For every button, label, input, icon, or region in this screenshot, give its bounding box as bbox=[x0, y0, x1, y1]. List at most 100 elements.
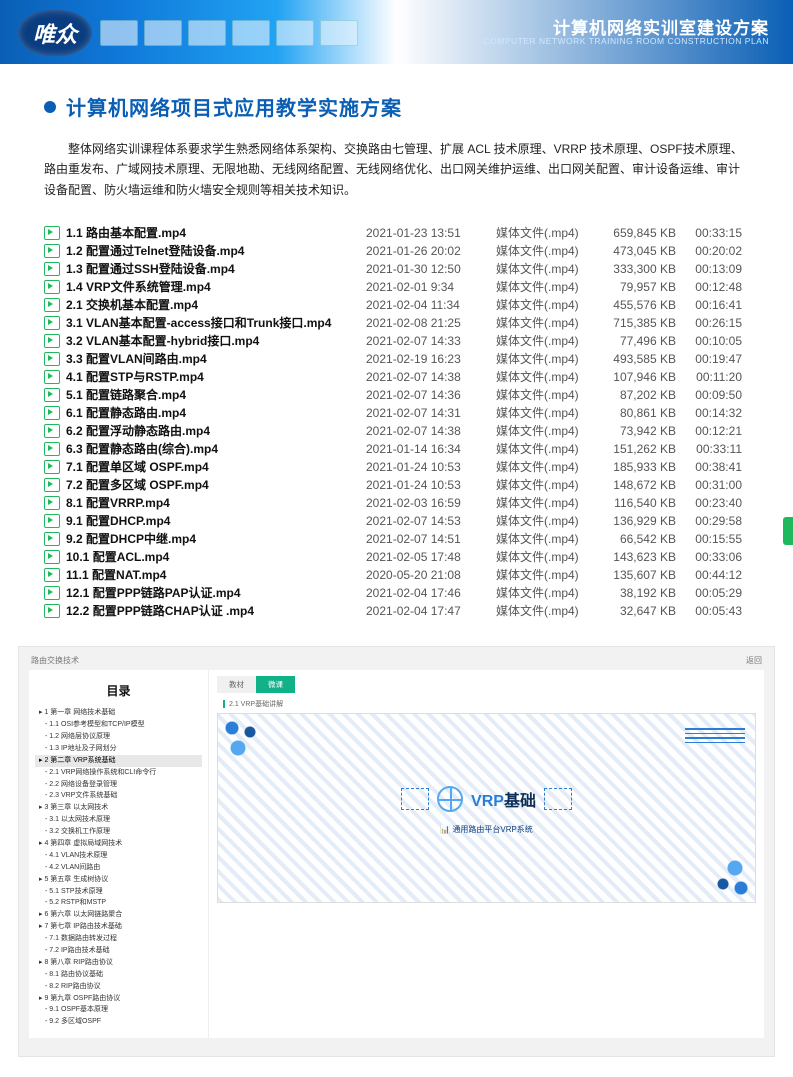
rect-icon bbox=[544, 788, 572, 810]
file-size: 715,385 KB bbox=[596, 316, 676, 330]
file-row[interactable]: 1.3 配置通过SSH登陆设备.mp42021-01-30 12:50媒体文件(… bbox=[44, 260, 749, 278]
file-name: 5.1 配置链路聚合.mp4 bbox=[66, 386, 366, 403]
play-icon bbox=[44, 316, 60, 330]
file-row[interactable]: 9.2 配置DHCP中继.mp42021-02-07 14:51媒体文件(.mp… bbox=[44, 530, 749, 548]
file-row[interactable]: 5.1 配置链路聚合.mp42021-02-07 14:36媒体文件(.mp4)… bbox=[44, 386, 749, 404]
file-name: 7.1 配置单区域 OSPF.mp4 bbox=[66, 458, 366, 475]
toc-item[interactable]: ▸ 8 第八章 RIP路由协议 bbox=[35, 957, 202, 969]
toc-item[interactable]: ▸ 4 第四章 虚拟局域网技术 bbox=[35, 838, 202, 850]
section-title: 计算机网络项目式应用教学实施方案 bbox=[66, 92, 402, 121]
toc-item[interactable]: - 4.1 VLAN技术原理 bbox=[35, 850, 202, 862]
logo-badge: 唯众 bbox=[18, 10, 92, 56]
file-row[interactable]: 2.1 交换机基本配置.mp42021-02-04 11:34媒体文件(.mp4… bbox=[44, 296, 749, 314]
file-name: 12.2 配置PPP链路CHAP认证 .mp4 bbox=[66, 602, 366, 619]
file-row[interactable]: 7.2 配置多区域 OSPF.mp42021-01-24 10:53媒体文件(.… bbox=[44, 476, 749, 494]
file-date: 2021-02-19 16:23 bbox=[366, 352, 496, 366]
file-name: 3.3 配置VLAN间路由.mp4 bbox=[66, 350, 366, 367]
file-row[interactable]: 3.1 VLAN基本配置-access接口和Trunk接口.mp42021-02… bbox=[44, 314, 749, 332]
play-icon bbox=[44, 514, 60, 528]
toc-item[interactable]: ▸ 3 第三章 以太网技术 bbox=[35, 802, 202, 814]
file-date: 2021-02-08 21:25 bbox=[366, 316, 496, 330]
toc-item[interactable]: - 3.1 以太网技术原理 bbox=[35, 814, 202, 826]
toc-item[interactable]: - 2.3 VRP文件系统基础 bbox=[35, 790, 202, 802]
toc-item[interactable]: - 7.1 数据路由转发过程 bbox=[35, 933, 202, 945]
file-row[interactable]: 7.1 配置单区域 OSPF.mp42021-01-24 10:53媒体文件(.… bbox=[44, 458, 749, 476]
file-name: 10.1 配置ACL.mp4 bbox=[66, 548, 366, 565]
file-type: 媒体文件(.mp4) bbox=[496, 566, 596, 583]
tab-microlesson[interactable]: 微课 bbox=[256, 676, 295, 693]
file-size: 333,300 KB bbox=[596, 262, 676, 276]
file-row[interactable]: 11.1 配置NAT.mp42020-05-20 21:08媒体文件(.mp4)… bbox=[44, 566, 749, 584]
side-tab-icon[interactable] bbox=[783, 517, 793, 545]
file-duration: 00:10:05 bbox=[676, 334, 746, 348]
toc-item[interactable]: - 8.2 RIP路由协议 bbox=[35, 981, 202, 993]
file-row[interactable]: 6.3 配置静态路由(综合).mp42021-01-14 16:34媒体文件(.… bbox=[44, 440, 749, 458]
file-type: 媒体文件(.mp4) bbox=[496, 458, 596, 475]
toc-item[interactable]: - 1.3 IP地址及子网划分 bbox=[35, 743, 202, 755]
play-icon bbox=[44, 478, 60, 492]
toc-item[interactable]: ▸ 5 第五章 生成树协议 bbox=[35, 874, 202, 886]
file-row[interactable]: 6.1 配置静态路由.mp42021-02-07 14:31媒体文件(.mp4)… bbox=[44, 404, 749, 422]
play-icon bbox=[44, 388, 60, 402]
video-slide[interactable]: VRP基础 通用路由平台VRP系统 bbox=[217, 713, 756, 903]
toc-item[interactable]: - 7.2 IP路由技术基础 bbox=[35, 945, 202, 957]
file-name: 9.1 配置DHCP.mp4 bbox=[66, 512, 366, 529]
play-icon bbox=[44, 226, 60, 240]
file-type: 媒体文件(.mp4) bbox=[496, 422, 596, 439]
file-size: 455,576 KB bbox=[596, 298, 676, 312]
toc-item[interactable]: - 9.1 OSPF基本原理 bbox=[35, 1004, 202, 1016]
file-date: 2021-01-26 20:02 bbox=[366, 244, 496, 258]
return-link[interactable]: 返回 bbox=[746, 655, 762, 666]
toc-item[interactable]: - 2.1 VRP网络操作系统和CLI命令行 bbox=[35, 767, 202, 779]
file-duration: 00:15:55 bbox=[676, 532, 746, 546]
toc-item[interactable]: - 5.2 RSTP和MSTP bbox=[35, 897, 202, 909]
tab-textbook[interactable]: 教材 bbox=[217, 676, 256, 693]
toc-panel: 目录 ▸ 1 第一章 网络技术基础- 1.1 OSI参考模型和TCP/IP模型-… bbox=[29, 670, 209, 1038]
file-type: 媒体文件(.mp4) bbox=[496, 314, 596, 331]
toc-item[interactable]: - 3.2 交换机工作原理 bbox=[35, 826, 202, 838]
file-type: 媒体文件(.mp4) bbox=[496, 512, 596, 529]
play-icon bbox=[44, 280, 60, 294]
toc-item[interactable]: - 5.1 STP技术原理 bbox=[35, 886, 202, 898]
file-name: 1.2 配置通过Telnet登陆设备.mp4 bbox=[66, 242, 366, 259]
toc-item[interactable]: - 8.1 路由协议基础 bbox=[35, 969, 202, 981]
toc-item[interactable]: ▸ 9 第九章 OSPF路由协议 bbox=[35, 993, 202, 1005]
decor-lines-icon bbox=[685, 728, 745, 746]
file-row[interactable]: 12.1 配置PPP链路PAP认证.mp42021-02-04 17:46媒体文… bbox=[44, 584, 749, 602]
file-row[interactable]: 12.2 配置PPP链路CHAP认证 .mp42021-02-04 17:47媒… bbox=[44, 602, 749, 620]
play-icon bbox=[44, 604, 60, 618]
toc-item[interactable]: - 1.1 OSI参考模型和TCP/IP模型 bbox=[35, 719, 202, 731]
course-screenshot: 路由交换技术 返回 目录 ▸ 1 第一章 网络技术基础- 1.1 OSI参考模型… bbox=[18, 646, 775, 1057]
toc-item[interactable]: - 2.2 网络设备登录管理 bbox=[35, 779, 202, 791]
file-date: 2021-02-07 14:38 bbox=[366, 424, 496, 438]
toc-item[interactable]: - 9.2 多区域OSPF bbox=[35, 1016, 202, 1028]
file-row[interactable]: 1.2 配置通过Telnet登陆设备.mp42021-01-26 20:02媒体… bbox=[44, 242, 749, 260]
file-date: 2021-02-07 14:31 bbox=[366, 406, 496, 420]
play-icon bbox=[44, 568, 60, 582]
file-duration: 00:33:11 bbox=[676, 442, 746, 456]
file-size: 659,845 KB bbox=[596, 226, 676, 240]
decor-icon bbox=[691, 838, 751, 898]
toc-item[interactable]: ▸ 6 第六章 以太网链路聚合 bbox=[35, 909, 202, 921]
file-row[interactable]: 8.1 配置VRRP.mp42021-02-03 16:59媒体文件(.mp4)… bbox=[44, 494, 749, 512]
file-row[interactable]: 3.2 VLAN基本配置-hybrid接口.mp42021-02-07 14:3… bbox=[44, 332, 749, 350]
file-row[interactable]: 4.1 配置STP与RSTP.mp42021-02-07 14:38媒体文件(.… bbox=[44, 368, 749, 386]
file-row[interactable]: 1.4 VRP文件系统管理.mp42021-02-01 9:34媒体文件(.mp… bbox=[44, 278, 749, 296]
play-icon bbox=[44, 298, 60, 312]
toc-item[interactable]: ▸ 2 第二章 VRP系统基础 bbox=[35, 755, 202, 767]
toc-item[interactable]: ▸ 1 第一章 网络技术基础 bbox=[35, 707, 202, 719]
file-size: 73,942 KB bbox=[596, 424, 676, 438]
file-row[interactable]: 6.2 配置浮动静态路由.mp42021-02-07 14:38媒体文件(.mp… bbox=[44, 422, 749, 440]
file-duration: 00:31:00 bbox=[676, 478, 746, 492]
toc-item[interactable]: - 4.2 VLAN间路由 bbox=[35, 862, 202, 874]
file-row[interactable]: 9.1 配置DHCP.mp42021-02-07 14:53媒体文件(.mp4)… bbox=[44, 512, 749, 530]
file-row[interactable]: 1.1 路由基本配置.mp42021-01-23 13:51媒体文件(.mp4)… bbox=[44, 224, 749, 242]
file-date: 2021-02-05 17:48 bbox=[366, 550, 496, 564]
play-icon bbox=[44, 424, 60, 438]
toc-item[interactable]: - 1.2 网络层协议原理 bbox=[35, 731, 202, 743]
file-row[interactable]: 3.3 配置VLAN间路由.mp42021-02-19 16:23媒体文件(.m… bbox=[44, 350, 749, 368]
toc-item[interactable]: ▸ 7 第七章 IP路由技术基础 bbox=[35, 921, 202, 933]
header-graphic bbox=[100, 8, 380, 58]
file-type: 媒体文件(.mp4) bbox=[496, 404, 596, 421]
file-row[interactable]: 10.1 配置ACL.mp42021-02-05 17:48媒体文件(.mp4)… bbox=[44, 548, 749, 566]
